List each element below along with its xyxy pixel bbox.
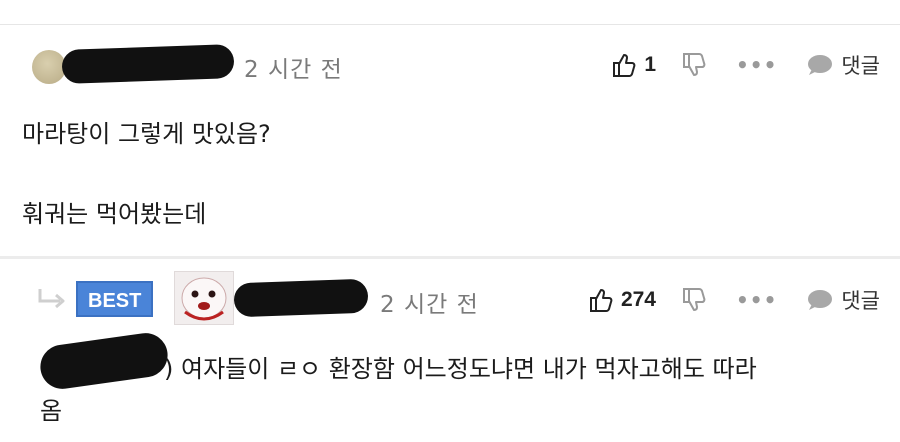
more-icon: ••• xyxy=(736,53,778,77)
avatar[interactable] xyxy=(32,50,66,84)
reply-label: 댓글 xyxy=(841,54,880,78)
more-options-button[interactable]: ••• xyxy=(736,288,777,312)
reply-arrow-icon xyxy=(38,289,65,309)
like-button[interactable]: 1 xyxy=(612,52,656,78)
comment-actions: 1 ••• 댓글 xyxy=(586,50,880,80)
thumbs-down-icon xyxy=(683,53,706,76)
reply-label: 댓글 xyxy=(841,289,880,313)
best-badge: BEST xyxy=(76,281,154,317)
redacted-username xyxy=(61,44,235,84)
thumbs-up-icon xyxy=(589,289,613,312)
speech-bubble-icon xyxy=(808,55,833,75)
reply-button[interactable]: 댓글 xyxy=(807,50,880,80)
comment-text-line-1: 마라탕이 그렇게 맛있음? xyxy=(22,120,271,148)
reply-button[interactable]: 댓글 xyxy=(807,285,880,315)
more-icon: ••• xyxy=(736,288,778,312)
comment-actions: 274 ••• 댓글 xyxy=(563,285,880,315)
like-button[interactable]: 274 xyxy=(589,287,656,313)
avatar[interactable] xyxy=(174,271,234,325)
like-count: 1 xyxy=(644,53,656,76)
thumbs-down-icon xyxy=(683,288,706,311)
speech-bubble-icon xyxy=(808,290,833,310)
comment-meta: 2 시간 전 xyxy=(32,44,343,84)
redacted-mention xyxy=(37,330,171,392)
timestamp: 2 시간 전 xyxy=(380,292,479,318)
redacted-username xyxy=(233,278,369,318)
comment-1: 2 시간 전 1 ••• 댓글 마라탕이 그렇게 맛있음? 훠궈는 먹어봤는데 xyxy=(0,24,900,256)
avatar-image xyxy=(181,277,227,321)
more-options-button[interactable]: ••• xyxy=(736,53,777,77)
thumbs-up-icon xyxy=(613,54,636,77)
comment-2: BEST 2 시간 전 274 ••• 댓글) 여자들이 ㄹㅇ 환장함 어느정… xyxy=(0,259,900,442)
comment-text-line-2: 훠궈는 먹어봤는데 xyxy=(22,200,207,228)
dislike-button[interactable] xyxy=(682,287,706,313)
comment-text-line-2: 옴 xyxy=(40,397,63,425)
comment-text-line-1: ) 여자들이 ㄹㅇ 환장함 어느정도냐면 내가 먹자고해도 따라 xyxy=(164,355,757,383)
like-count: 274 xyxy=(620,288,656,311)
dislike-button[interactable] xyxy=(682,52,706,78)
timestamp: 2 시간 전 xyxy=(244,57,343,83)
